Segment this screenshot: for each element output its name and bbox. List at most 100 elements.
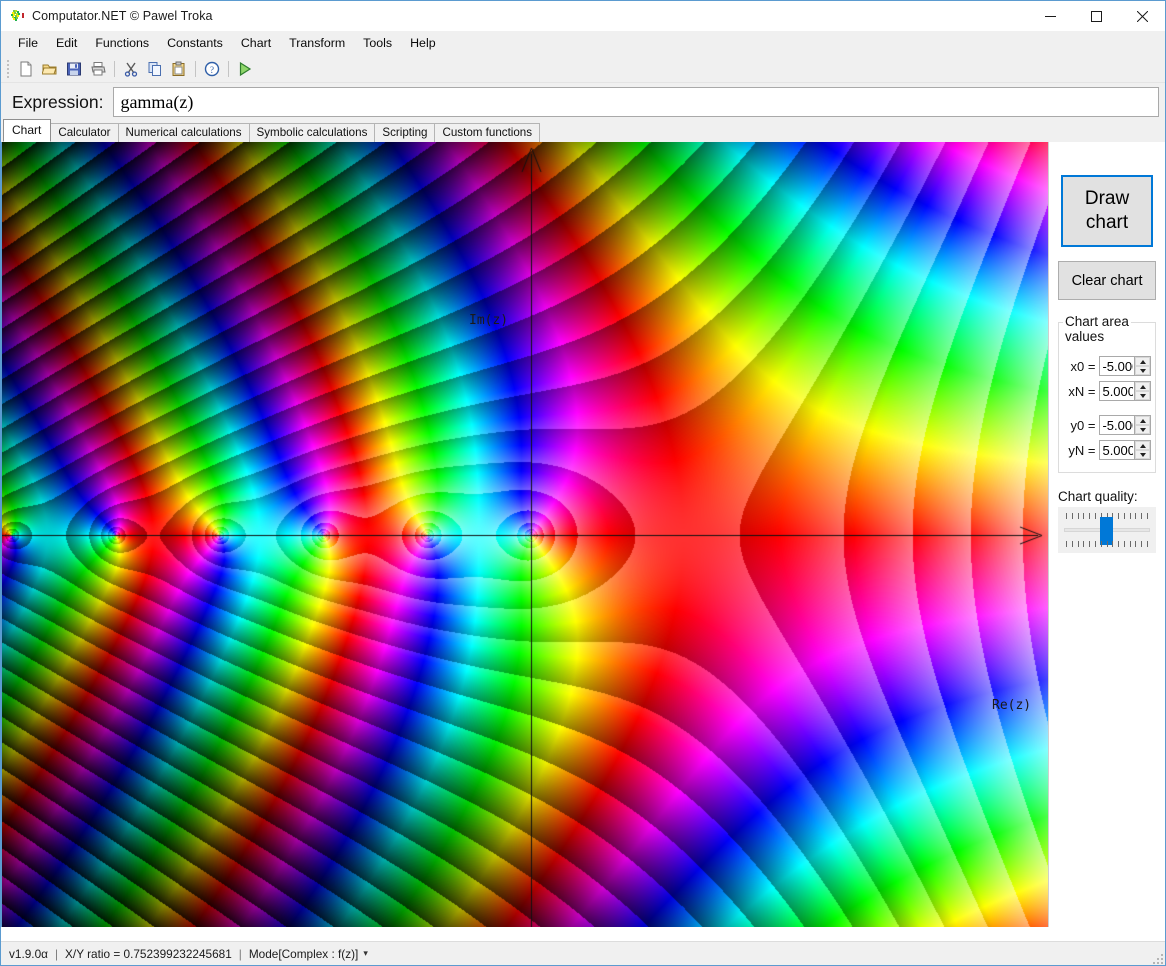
y0-spin-down[interactable] [1135,425,1151,434]
expression-label: Expression: [12,91,104,112]
window-title: Computator.NET © Pawel Troka [32,9,213,23]
field-yN: yN = [1063,439,1152,461]
group-title-line-1: Chart area [1065,314,1129,329]
status-separator-2: | [238,946,242,961]
chevron-down-icon [1139,368,1146,373]
tab-calculator[interactable]: Calculator [50,123,119,142]
chevron-up-icon [1139,359,1146,364]
chevron-up-icon [1139,384,1146,389]
xN-spin-down[interactable] [1135,391,1151,400]
y0-input[interactable] [1100,416,1135,434]
expression-input[interactable]: gamma(z) [113,87,1159,117]
help-question-icon[interactable]: ? [200,58,224,80]
main-body: Im(z) Re(z) Draw chart Clear chart Chart… [1,142,1165,941]
copy-icon[interactable] [143,58,167,80]
y0-spin-buttons[interactable] [1134,416,1151,434]
xN-label: xN = [1068,383,1096,399]
chart-quality-label: Chart quality: [1058,489,1138,504]
chevron-down-icon [1139,393,1146,398]
toolbar-separator [114,61,115,77]
tab-chart[interactable]: Chart [3,119,52,142]
tab-scripting[interactable]: Scripting [374,123,436,142]
chart-controls-panel: Draw chart Clear chart Chart area values… [1049,142,1165,941]
y0-spinner[interactable] [1099,415,1152,435]
x0-label: x0 = [1070,358,1096,374]
yN-spinner[interactable] [1099,440,1152,460]
chart-area-values-group: Chart area values x0 = -5.0000 xN = 5.00… [1058,314,1157,473]
xN-spin-up[interactable] [1135,382,1151,391]
clear-chart-button[interactable]: Clear chart [1058,261,1157,300]
chevron-down-icon [1139,427,1146,432]
menu-item-edit[interactable]: Edit [47,33,86,53]
menu-item-help[interactable]: Help [401,33,444,53]
x0-input[interactable] [1100,357,1135,375]
window-controls [1027,1,1165,31]
slider-ticks-bottom [1066,541,1148,547]
complex-domain-coloring-plot[interactable] [2,142,1049,927]
field-xN: xN = [1063,380,1152,402]
field-y0: y0 = [1063,414,1152,436]
save-floppy-icon[interactable] [62,58,86,80]
yN-spin-buttons[interactable] [1134,441,1151,459]
svg-text:?: ? [210,65,214,75]
tab-strip: Chart Calculator Numerical calculations … [1,119,1165,142]
toolbar-separator [195,61,196,77]
group-title-line-2: values [1065,329,1105,344]
tab-custom-functions[interactable]: Custom functions [434,123,541,142]
resize-grip[interactable] [1151,952,1163,964]
menu-item-file[interactable]: File [9,33,47,53]
chart-area-values-title: Chart area values [1063,314,1131,344]
y0-spin-up[interactable] [1135,416,1151,425]
chevron-down-icon [1139,452,1146,457]
yN-label: yN = [1068,442,1096,458]
xN-spinner[interactable] [1099,381,1152,401]
tab-symbolic-calculations[interactable]: Symbolic calculations [248,123,376,142]
version-label: v1.9.0α [9,946,48,961]
imaginary-axis-label: Im(z) [469,313,509,328]
x0-spin-down[interactable] [1135,366,1151,375]
yN-input[interactable] [1100,441,1135,459]
app-leaf-icon [9,8,25,24]
status-separator-1: | [54,946,59,961]
menu-item-functions[interactable]: Functions [86,33,158,53]
draw-chart-button[interactable]: Draw chart [1061,175,1154,247]
x0-spin-buttons[interactable] [1134,357,1151,375]
yN-spin-down[interactable] [1135,450,1151,459]
cut-scissors-icon[interactable] [119,58,143,80]
chevron-up-icon [1139,418,1146,423]
chart-quality-slider[interactable] [1058,507,1157,553]
chart-canvas-area[interactable]: Im(z) Re(z) [1,142,1050,927]
x0-spin-up[interactable] [1135,357,1151,366]
x0-spinner[interactable] [1099,356,1152,376]
close-button[interactable] [1119,1,1165,31]
xy-ratio-label: X/Y ratio = 0.752399232245681 [65,946,232,961]
menu-item-transform[interactable]: Transform [280,33,354,53]
menu-item-chart[interactable]: Chart [232,33,280,53]
chevron-up-icon [1139,443,1146,448]
status-bar: v1.9.0α | X/Y ratio = 0.752399232245681 … [1,941,1165,965]
xN-input[interactable] [1100,382,1135,400]
toolbar-separator [228,61,229,77]
open-folder-icon[interactable] [38,58,62,80]
toolbar: ? [1,56,1165,83]
run-play-icon[interactable] [233,58,257,80]
menu-bar: File Edit Functions Constants Chart Tran… [1,31,1165,56]
yN-spin-up[interactable] [1135,441,1151,450]
minimize-button[interactable] [1027,1,1073,31]
toolbar-grip[interactable] [5,60,11,78]
expression-row: Expression: gamma(z) [1,83,1165,121]
menu-item-tools[interactable]: Tools [354,33,401,53]
mode-label[interactable]: Mode[Complex : f(z)] [249,947,358,961]
field-x0: x0 = [1063,355,1152,377]
title-bar: Computator.NET © Pawel Troka [1,1,1165,31]
paste-clipboard-icon[interactable] [167,58,191,80]
print-icon[interactable] [86,58,110,80]
y0-label: y0 = [1070,417,1096,433]
app-window: Computator.NET © Pawel Troka File Edit F… [0,0,1166,966]
chevron-down-icon[interactable]: ▾ [363,948,368,959]
xN-spin-buttons[interactable] [1134,382,1151,400]
maximize-button[interactable] [1073,1,1119,31]
tab-numerical-calculations[interactable]: Numerical calculations [117,123,250,142]
menu-item-constants[interactable]: Constants [158,33,232,53]
new-document-icon[interactable] [14,58,38,80]
